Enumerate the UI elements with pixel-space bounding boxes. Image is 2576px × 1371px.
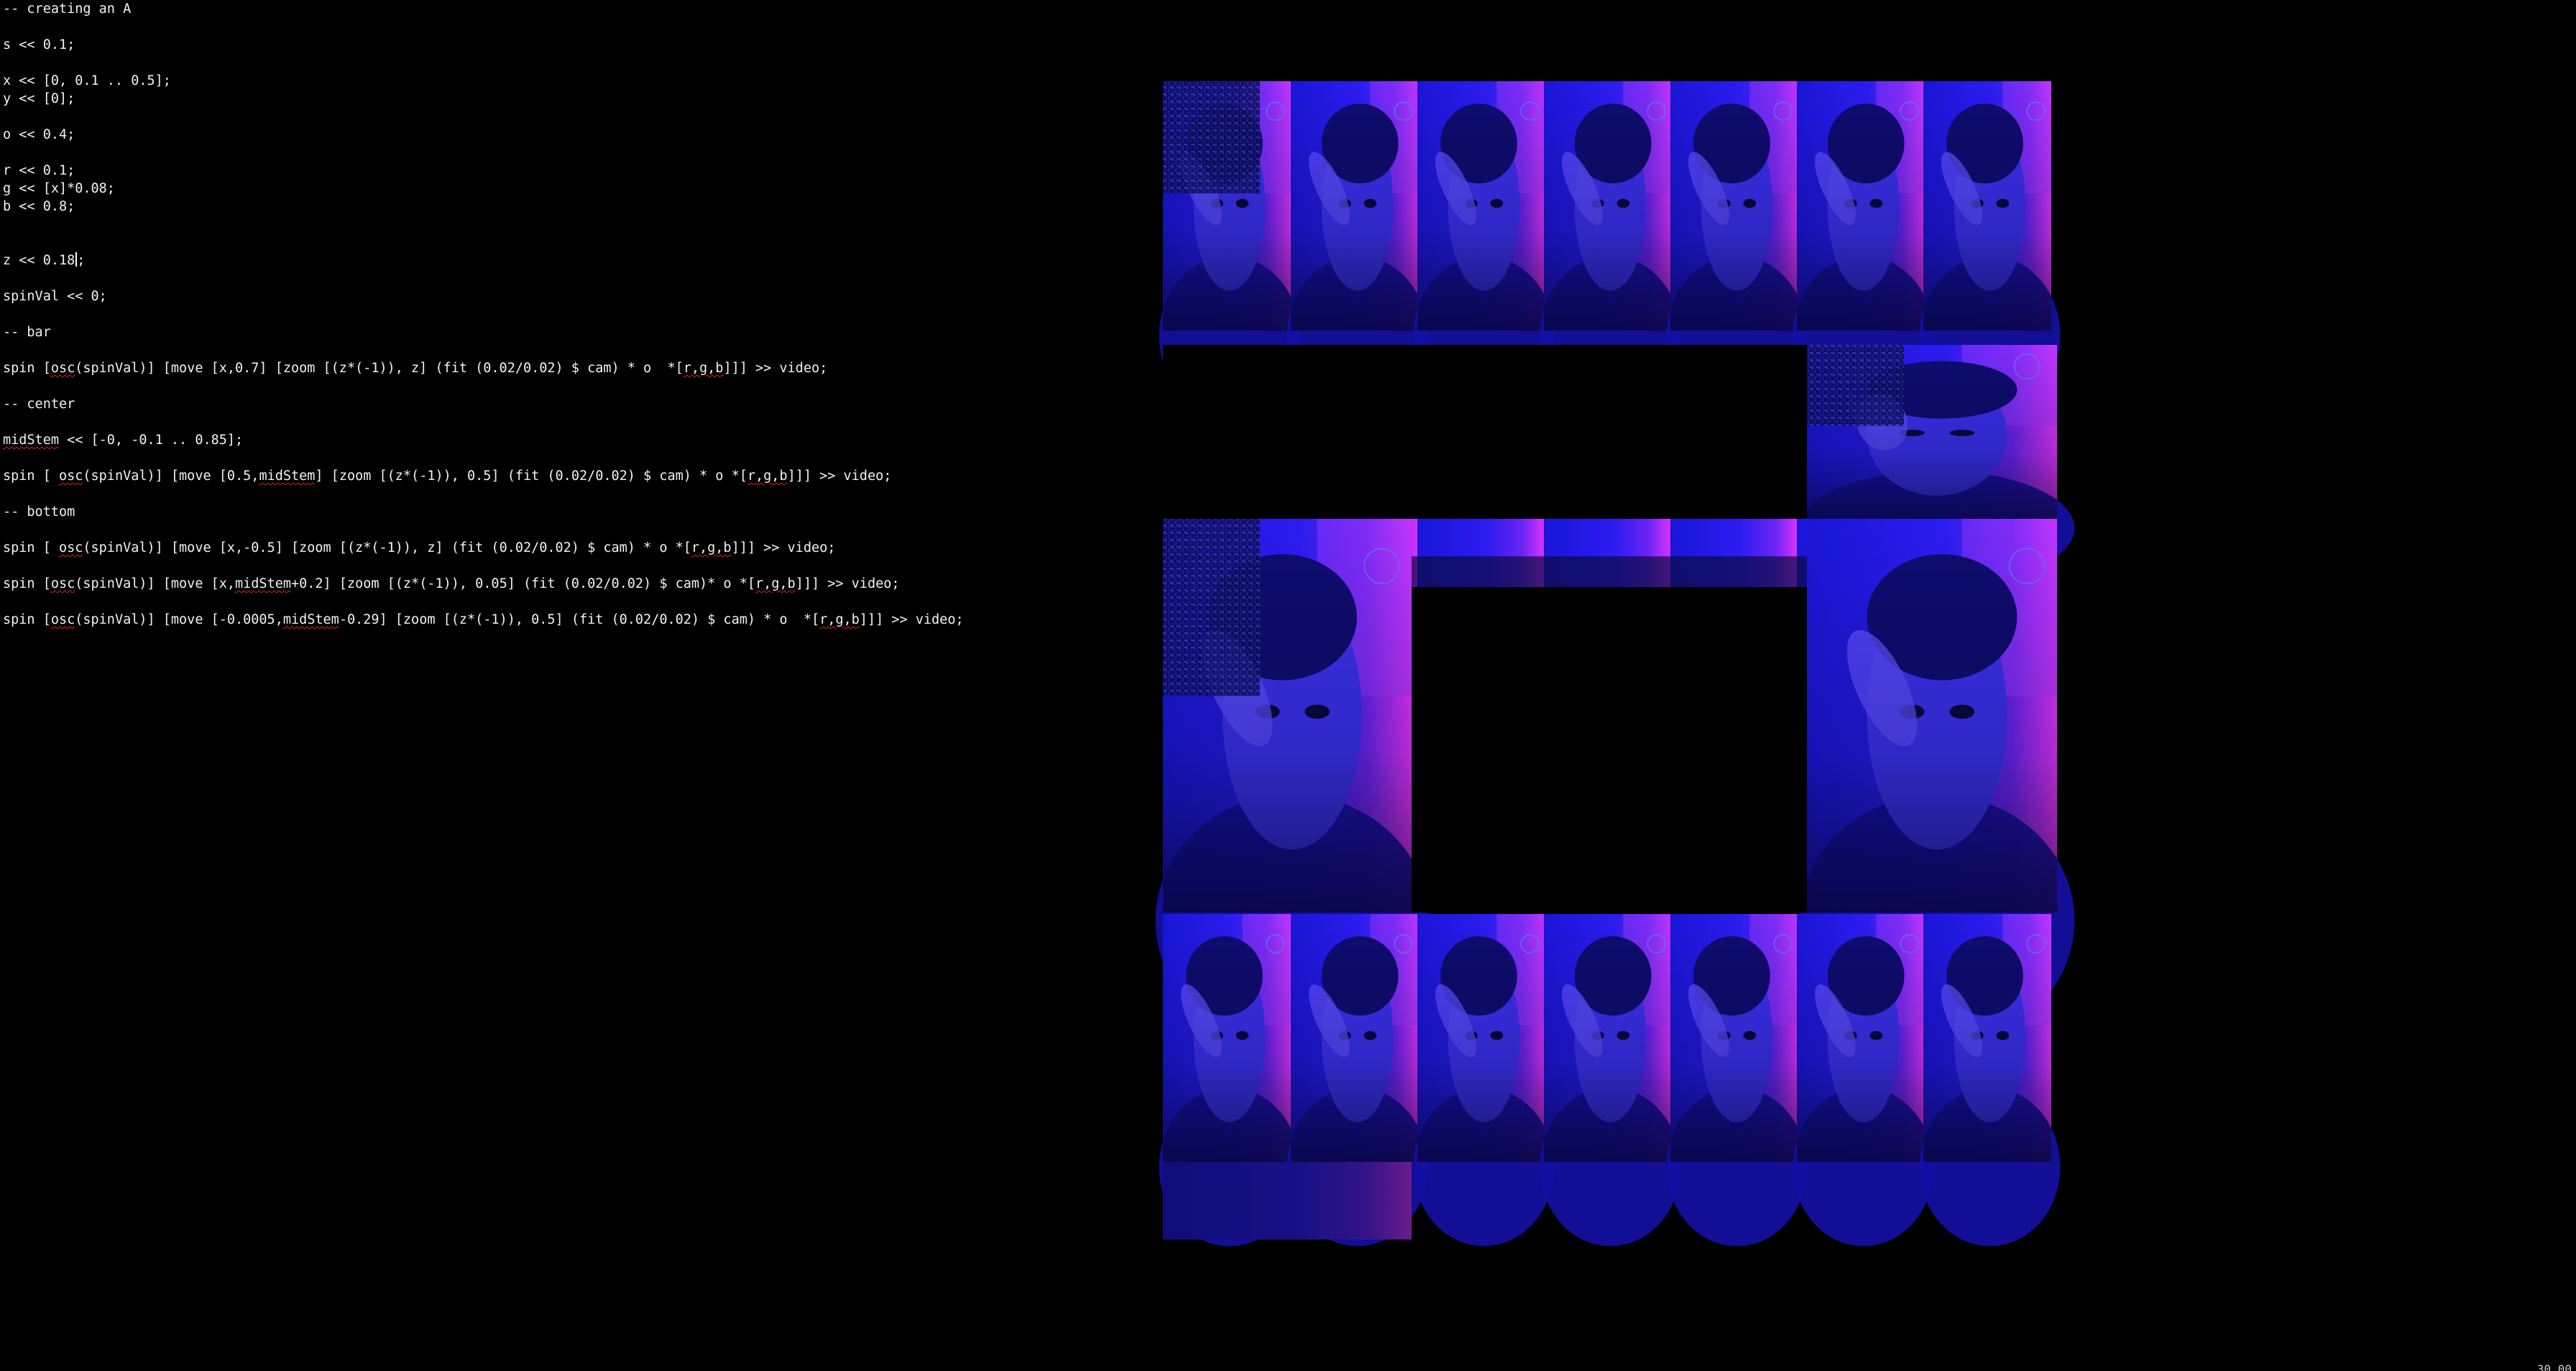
spellcheck-flag: r,g,b <box>683 361 724 376</box>
letter-counter <box>1412 588 1807 913</box>
code-line-23[interactable]: -- center <box>3 395 1124 413</box>
video-tile-top-5 <box>1666 81 1808 415</box>
code-line-5[interactable]: x << [0, 0.1 .. 0.5]; <box>3 72 1124 90</box>
code-line-32[interactable] <box>3 557 1124 575</box>
code-line-13[interactable] <box>3 216 1124 234</box>
video-strip-crossbar-4 <box>1544 519 1672 587</box>
spellcheck-flag: osc <box>50 612 75 627</box>
code-line-14[interactable] <box>3 234 1124 251</box>
spellcheck-flag: r,g,b <box>755 576 796 591</box>
code-line-24[interactable] <box>3 413 1124 431</box>
video-strip-crossbar-3 <box>1417 519 1545 587</box>
spellcheck-flag: r,g,b <box>747 468 788 484</box>
code-line-11[interactable]: g << [x]*0.08; <box>3 180 1124 198</box>
spellcheck-flag: osc <box>50 576 75 591</box>
code-line-2[interactable] <box>3 18 1124 36</box>
spellcheck-flag: midStem <box>235 576 291 591</box>
code-line-35[interactable]: spin [osc(spinVal)] [move [-0.0005,midSt… <box>3 611 1124 629</box>
code-line-31[interactable]: spin [ osc(spinVal)] [move [x,-0.5] [zoo… <box>3 539 1124 557</box>
code-line-9[interactable] <box>3 144 1124 162</box>
code-line-25[interactable]: midStem << [-0, -0.1 .. 0.85]; <box>3 431 1124 449</box>
code-line-10[interactable]: r << 0.1; <box>3 162 1124 180</box>
code-line-22[interactable] <box>3 377 1124 395</box>
text-cursor <box>75 252 78 267</box>
code-line-28[interactable] <box>3 485 1124 503</box>
video-tile-bottom-5 <box>1666 914 1808 1247</box>
code-line-16[interactable] <box>3 269 1124 287</box>
code-line-33[interactable]: spin [osc(spinVal)] [move [x,midStem+0.2… <box>3 575 1124 593</box>
code-line-12[interactable]: b << 0.8; <box>3 198 1124 216</box>
spellcheck-flag: osc <box>58 540 83 555</box>
spellcheck-flag: midStem <box>259 468 316 484</box>
code-line-4[interactable] <box>3 54 1124 72</box>
code-line-27[interactable]: spin [ osc(spinVal)] [move [0.5,midStem]… <box>3 467 1124 485</box>
code-line-1[interactable]: -- creating an A <box>3 0 1124 18</box>
code-line-19[interactable]: -- bar <box>3 323 1124 341</box>
video-tile-bottom-7 <box>1919 914 2061 1247</box>
code-line-29[interactable]: -- bottom <box>3 503 1124 521</box>
video-tile-left-extension <box>1163 1162 1412 1240</box>
spellcheck-flag: osc <box>58 468 83 484</box>
spellcheck-flag: r,g,b <box>691 540 732 555</box>
video-tile-bottom-3 <box>1413 914 1555 1247</box>
video-tile-bottom-4 <box>1540 914 1681 1247</box>
code-editor[interactable]: -- creating an A s << 0.1; x << [0, 0.1 ..… <box>3 0 1124 629</box>
video-strip-crossbar-5 <box>1670 519 1798 587</box>
video-tile-top-2 <box>1287 81 1428 415</box>
corner-readout: 30.00 <box>2536 1364 2572 1371</box>
spellcheck-flag: midStem <box>282 612 339 627</box>
spellcheck-flag: osc <box>50 361 75 376</box>
video-tile-bottom-6 <box>1793 914 1934 1247</box>
code-line-6[interactable]: y << [0]; <box>3 90 1124 108</box>
code-line-18[interactable] <box>3 305 1124 323</box>
code-line-15[interactable]: z << 0.18; <box>3 251 1124 269</box>
code-line-7[interactable] <box>3 108 1124 126</box>
code-line-30[interactable] <box>3 521 1124 539</box>
code-line-26[interactable] <box>3 449 1124 467</box>
code-line-20[interactable] <box>3 341 1124 359</box>
video-tile-top-3 <box>1413 81 1555 415</box>
code-line-8[interactable]: o << 0.4; <box>3 126 1124 144</box>
code-line-17[interactable]: spinVal << 0; <box>3 287 1124 305</box>
spellcheck-flag: midStem <box>3 433 59 448</box>
spellcheck-flag: r,g,b <box>819 612 860 627</box>
code-line-34[interactable] <box>3 593 1124 611</box>
code-line-21[interactable]: spin [osc(spinVal)] [move [x,0.7] [zoom … <box>3 359 1124 377</box>
code-line-3[interactable]: s << 0.1; <box>3 36 1124 54</box>
video-tile-top-1 <box>1159 81 1300 415</box>
video-tile-top-4 <box>1540 81 1681 415</box>
